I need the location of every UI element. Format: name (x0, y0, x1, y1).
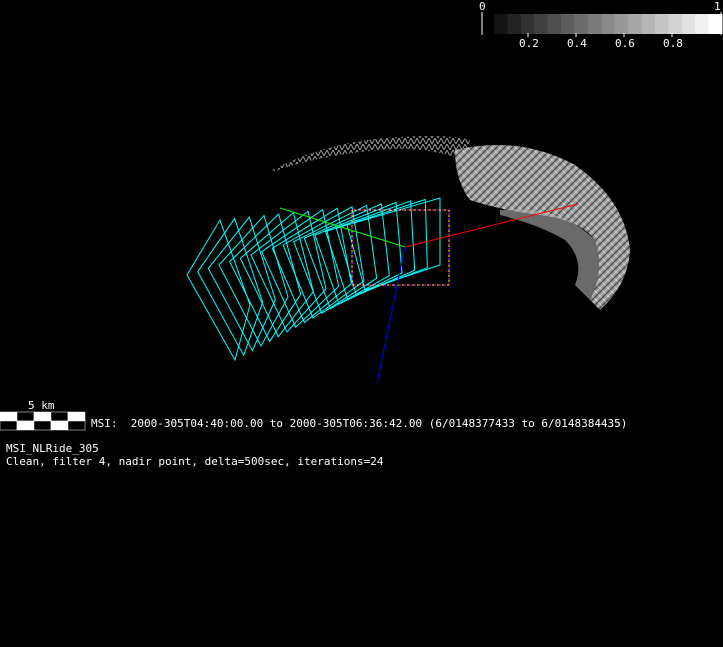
z-axis-line (376, 246, 406, 384)
colorbar-step (681, 14, 696, 34)
image-set-name: MSI_NLRide_305 (6, 442, 99, 455)
colorbar-step (695, 14, 710, 34)
image-footprints (186, 197, 441, 362)
scale-bar-label: 5 km (28, 399, 55, 412)
scale-bar-segment (16, 420, 35, 431)
colorbar-step (628, 14, 643, 34)
colorbar-step (601, 14, 616, 34)
scale-bar (0, 411, 86, 431)
colorbar-step (614, 14, 629, 34)
time-range-text: MSI: 2000-305T04:40:00.00 to 2000-305T06… (91, 417, 628, 430)
colorbar-step (534, 14, 549, 34)
colorbar-step (520, 14, 535, 34)
scale-bar-segment (0, 411, 18, 422)
3d-viewport[interactable] (0, 0, 723, 647)
colorbar-min-label: 0 (479, 0, 486, 13)
colorbar-step (708, 14, 723, 34)
colorbar-tick-label: 0.2 (519, 37, 539, 50)
footprint-outline (314, 201, 403, 305)
colorbar-step (561, 14, 575, 34)
colorbar-step (641, 14, 656, 34)
colorbar-step (494, 14, 508, 34)
colorbar-max-label: 1 (714, 0, 721, 13)
scale-bar-segment (67, 411, 86, 422)
scale-bar-segment (50, 411, 69, 422)
colorbar-step (547, 14, 562, 34)
colorbar-tick-label: 0.4 (567, 37, 587, 50)
processing-description: Clean, filter 4, nadir point, delta=500s… (6, 455, 384, 468)
scale-bar-segment (67, 420, 86, 431)
colorbar-step (507, 14, 522, 34)
scale-bar-segment (0, 420, 18, 431)
colorbar-step (654, 14, 669, 34)
colorbar-step (668, 14, 683, 34)
colorbar-tick-label: 0.8 (663, 37, 683, 50)
colorbar-step (574, 14, 589, 34)
scale-bar-segment (33, 420, 52, 431)
scale-bar-segment (50, 420, 69, 431)
scale-bar-segment (33, 411, 52, 422)
colorbar-step (587, 14, 602, 34)
colorbar (481, 12, 723, 37)
scale-bar-segment (16, 411, 35, 422)
colorbar-tick-label: 0.6 (615, 37, 635, 50)
